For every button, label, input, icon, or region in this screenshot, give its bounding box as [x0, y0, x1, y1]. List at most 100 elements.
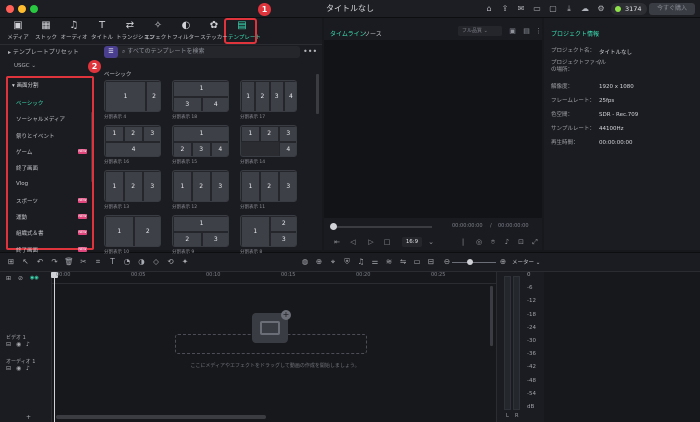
meter-label[interactable]: メーター ⌄ [512, 258, 540, 266]
mute-icon[interactable]: ♪ [26, 365, 30, 372]
stretch-icon[interactable]: ⇋ [398, 257, 408, 267]
aspect-ratio-select[interactable]: 16:9 [402, 237, 422, 247]
speed-icon[interactable]: ◔ [122, 257, 132, 267]
template-thumbnail[interactable]: 123 [104, 170, 161, 202]
category-item[interactable]: ソーシャルメディア [16, 115, 65, 123]
category-item[interactable]: 組織式＆書 [16, 229, 44, 237]
add-track-icon[interactable]: ⊞ [6, 275, 11, 282]
template-thumbnail[interactable]: 123 [172, 215, 229, 247]
tab-effect[interactable]: ✧ エフェクト [144, 20, 172, 44]
mic-icon[interactable]: ♫ [356, 257, 366, 267]
crop-icon[interactable]: ⌗ [93, 257, 103, 267]
step-back-icon[interactable]: ◁ [348, 238, 358, 247]
link-icon[interactable]: ⊘ [18, 275, 23, 282]
playhead[interactable] [54, 272, 55, 422]
category-item[interactable]: スポーツ [16, 197, 38, 205]
split-icon[interactable]: ⊟ [426, 257, 436, 267]
ai-color-icon[interactable]: ◍ [300, 257, 310, 267]
ratio-chevron-icon[interactable]: ⌄ [426, 238, 436, 247]
mixer-icon[interactable]: ⚌ [370, 257, 380, 267]
volume-icon[interactable]: ♪ [502, 238, 512, 247]
preview-screen[interactable] [324, 40, 542, 218]
template-grid-scrollbar[interactable] [316, 74, 319, 114]
layout-icon[interactable]: ▭ [532, 4, 542, 14]
audio-icon[interactable]: ≋ [384, 257, 394, 267]
buy-button[interactable]: 今すぐ購入 [649, 3, 695, 15]
template-thumbnail[interactable]: 12 [104, 215, 161, 247]
category-item[interactable]: 終了画面 [16, 164, 38, 172]
track-mode-icon[interactable]: ◉◉ [30, 275, 39, 281]
camera-icon[interactable]: ⌾ [488, 238, 498, 247]
tab-media[interactable]: ▣ メディア [4, 20, 32, 44]
cut-icon[interactable]: ✂ [79, 257, 89, 267]
credit-balance[interactable]: 3174 [611, 3, 647, 15]
play-icon[interactable]: ▷ [366, 238, 376, 247]
lock-icon[interactable]: ⊟ [6, 365, 11, 372]
template-preset-header[interactable]: ▸ テンプレートプリセット [0, 46, 100, 60]
text-icon[interactable]: T [108, 257, 118, 267]
category-item[interactable]: 祭りとイベント [16, 132, 55, 140]
template-thumbnail[interactable]: 134 [172, 80, 229, 112]
template-thumbnail[interactable]: 1234 [104, 125, 161, 157]
category-item[interactable]: ゲーム [16, 148, 32, 156]
tab-template[interactable]: ▤ テンプレート [228, 20, 261, 44]
download-icon[interactable]: ⤓ [564, 4, 574, 14]
zoom-window-button[interactable] [30, 5, 38, 13]
template-thumbnail[interactable]: 123 [172, 170, 229, 202]
more-options-icon[interactable]: ••• [303, 46, 317, 58]
zoom-out-icon[interactable]: ⊖ [442, 257, 452, 267]
delete-icon[interactable]: 🗑 [64, 257, 74, 267]
grid-icon[interactable]: ⊞ [6, 257, 16, 267]
undo-icon[interactable]: ↶ [35, 257, 45, 267]
stop-icon[interactable]: □ [382, 238, 392, 247]
monitor-icon[interactable]: ▢ [548, 4, 558, 14]
crop-icon[interactable]: ⊡ [516, 238, 526, 247]
tab-sticker[interactable]: ✿ ステッカー [200, 20, 228, 44]
stabilize-icon[interactable]: ⟲ [166, 257, 176, 267]
tab-stock[interactable]: ▦ ストック [32, 20, 60, 44]
upload-icon[interactable]: ⇪ [500, 4, 510, 14]
mask-icon[interactable]: ◇ [151, 257, 161, 267]
template-thumbnail[interactable]: 123 [240, 170, 297, 202]
category-item[interactable]: 運動 [16, 213, 27, 221]
search-filter-icon[interactable]: ☰ [104, 46, 118, 58]
render-icon[interactable]: ◎ [474, 238, 484, 247]
fullscreen-icon[interactable]: ▤ [522, 27, 531, 35]
prev-frame-icon[interactable]: ⇤ [332, 238, 342, 247]
ai-icon[interactable]: ✦ [180, 257, 190, 267]
preview-scrubber[interactable] [332, 226, 432, 228]
usgc-label[interactable]: USGC ⌄ [14, 63, 36, 69]
color-icon[interactable]: ◑ [137, 257, 147, 267]
template-thumbnail[interactable]: 1234 [240, 80, 297, 112]
template-thumbnail[interactable]: 1234 [240, 125, 297, 157]
tab-source[interactable]: ソース [364, 29, 382, 38]
time-ruler[interactable] [52, 272, 496, 284]
quality-select[interactable]: フル品質 ⌄ [458, 26, 502, 36]
close-window-button[interactable] [6, 5, 14, 13]
tab-timeline[interactable]: タイムライン [330, 29, 366, 38]
add-track-plus-icon[interactable]: + [26, 414, 31, 421]
cloud-icon[interactable]: ☁ [580, 4, 590, 14]
track-icon[interactable]: ⊕ [314, 257, 324, 267]
gift-icon[interactable]: ⌂ [484, 4, 494, 14]
template-thumbnail[interactable]: 12 [104, 80, 161, 112]
eye-icon[interactable]: ◉ [16, 365, 21, 372]
zoom-handle[interactable] [467, 259, 473, 265]
template-thumbnail[interactable]: 123 [240, 215, 297, 247]
tab-title[interactable]: T タイトル [88, 20, 116, 44]
mute-icon[interactable]: ♪ [26, 341, 30, 348]
zoom-slider[interactable] [452, 262, 496, 263]
zoom-in-icon[interactable]: ⊕ [498, 257, 508, 267]
category-item[interactable]: Vlog [16, 181, 28, 187]
lock-icon[interactable]: ⊟ [6, 341, 11, 348]
timeline-horizontal-scrollbar[interactable] [56, 415, 266, 419]
gear-icon[interactable]: ⚙ [596, 4, 606, 14]
template-thumbnail[interactable]: 1234 [172, 125, 229, 157]
tab-audio[interactable]: ♫ オーディオ [60, 20, 88, 44]
frame-icon[interactable]: ▭ [412, 257, 422, 267]
feedback-icon[interactable]: ✉ [516, 4, 526, 14]
category-item[interactable]: ベーシック [16, 99, 43, 107]
shield-icon[interactable]: ⛨ [342, 257, 352, 267]
minimize-window-button[interactable] [18, 5, 26, 13]
timeline-vertical-scrollbar[interactable] [490, 286, 493, 346]
